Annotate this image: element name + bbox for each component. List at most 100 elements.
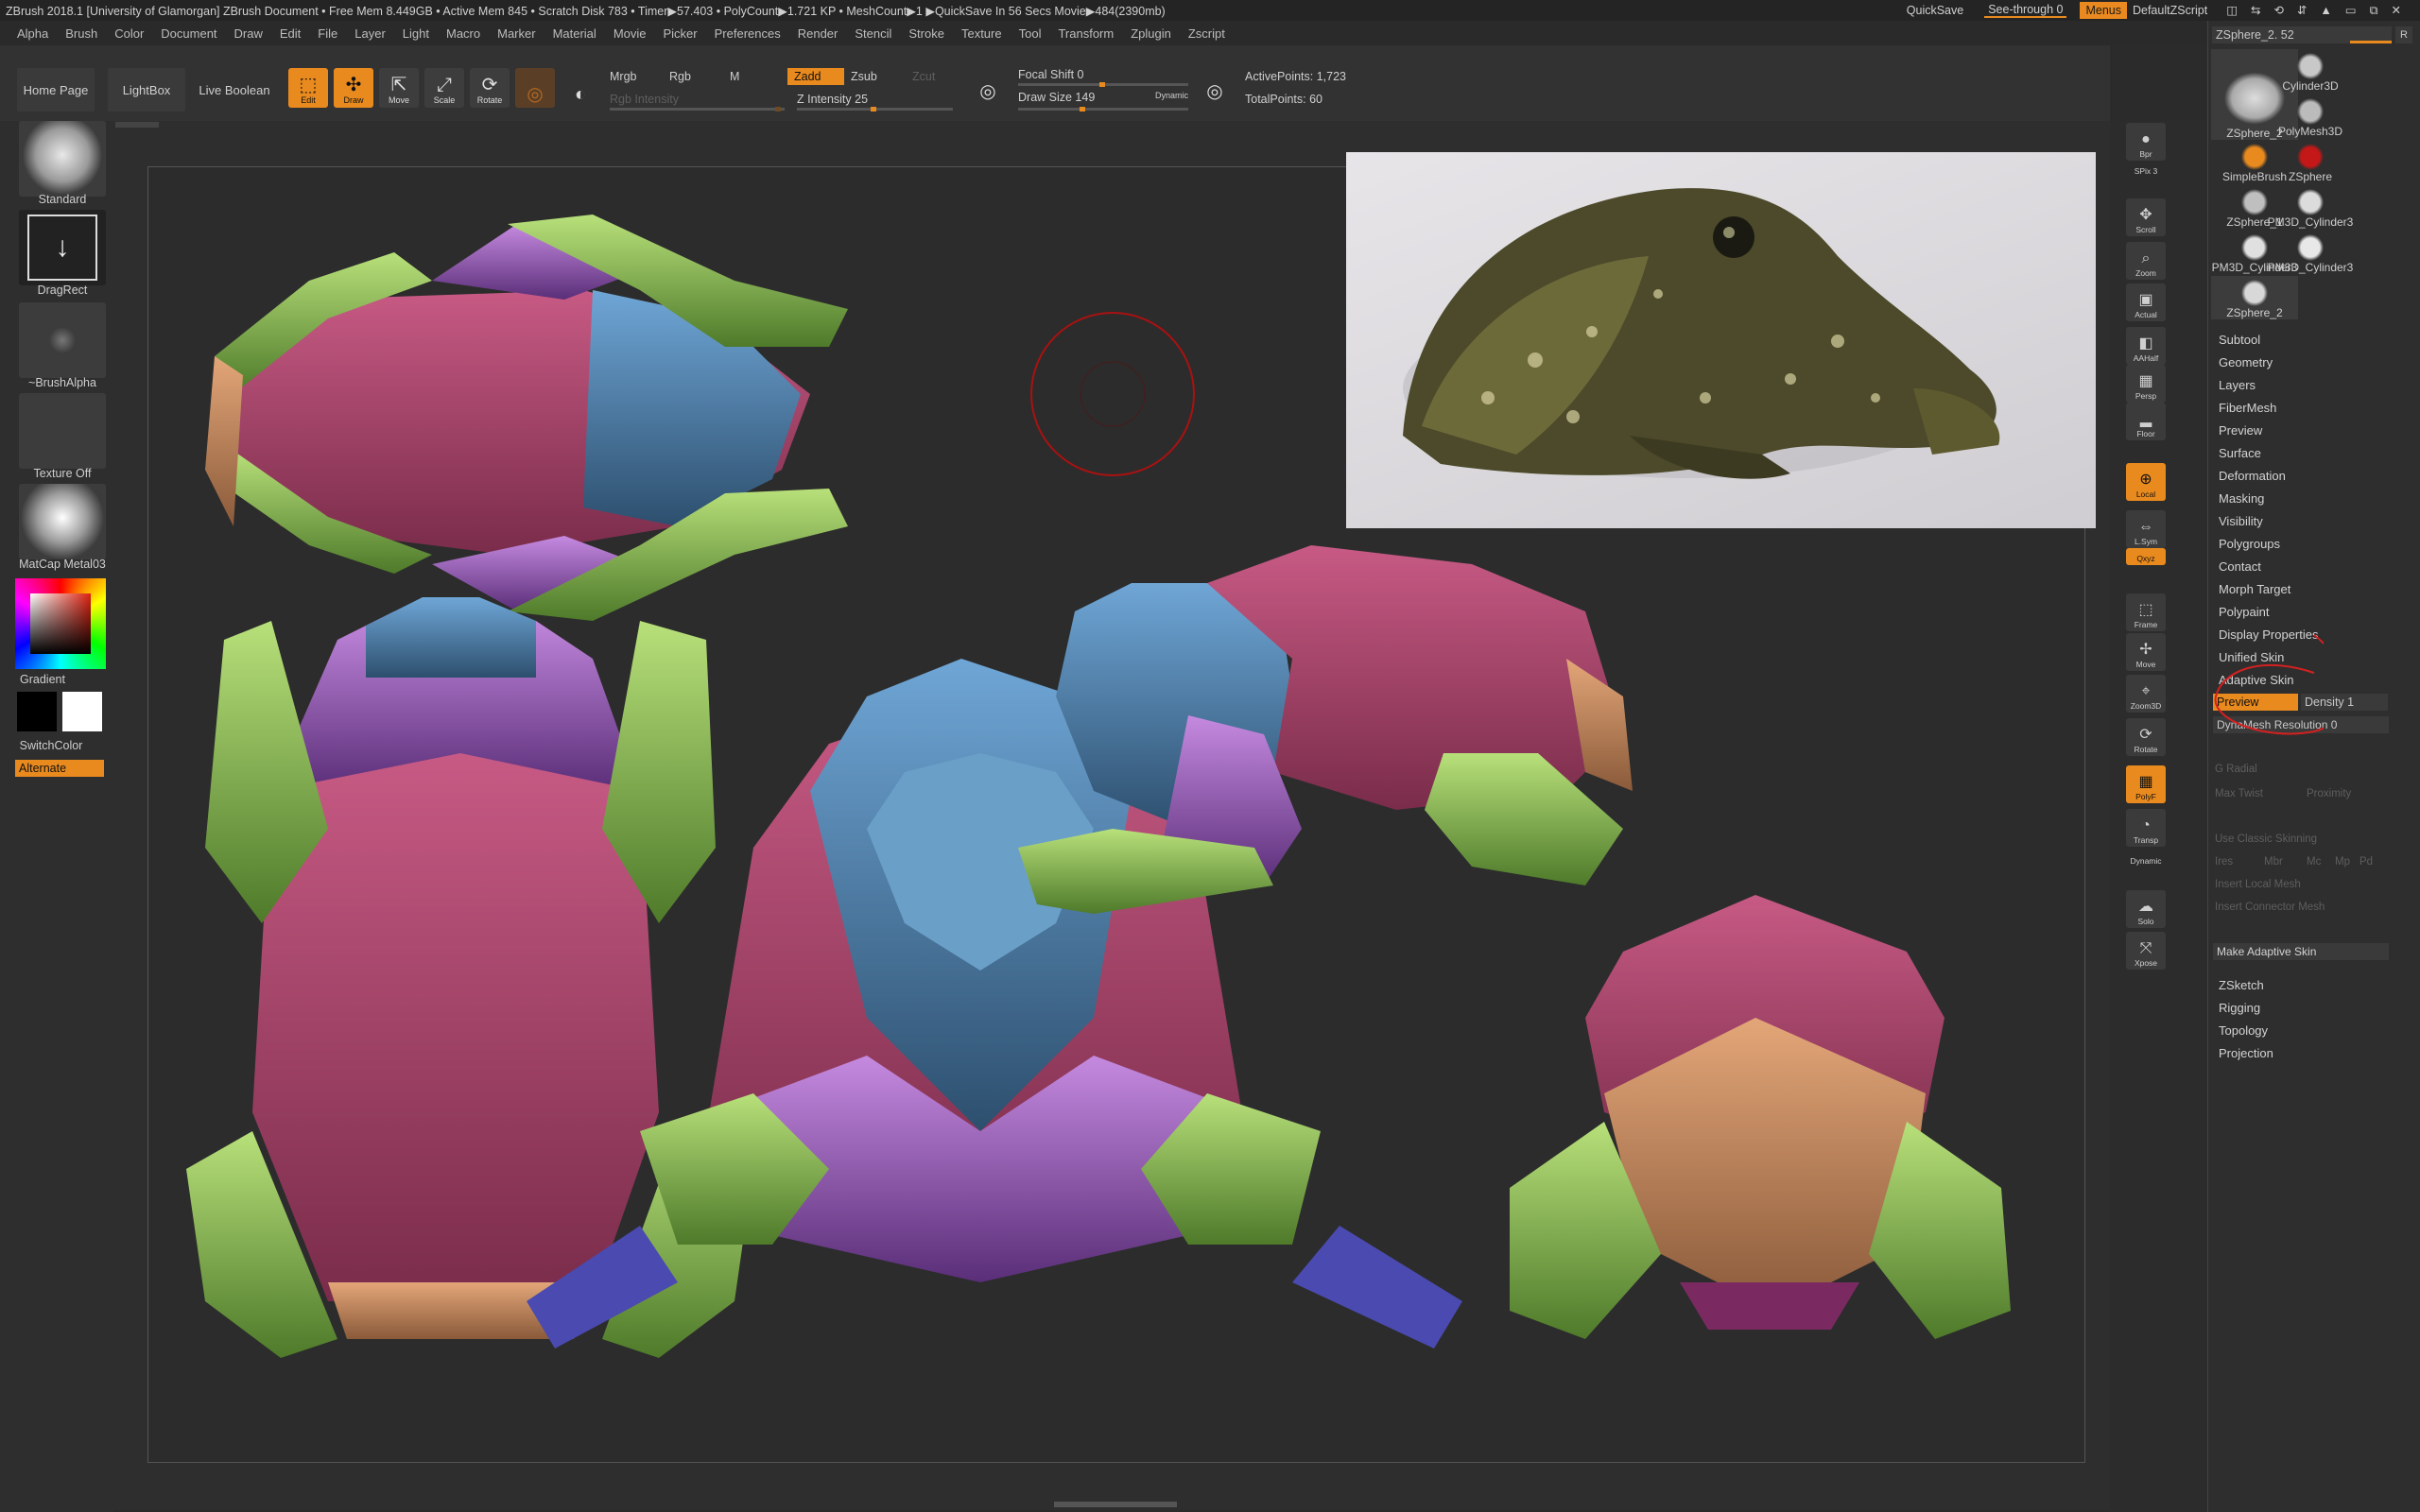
tool-menu-zsketch[interactable]: ZSketch xyxy=(2219,978,2264,992)
menu-layer[interactable]: Layer xyxy=(354,26,386,41)
menu-zscript[interactable]: Zscript xyxy=(1188,26,1225,41)
menu-draw[interactable]: Draw xyxy=(234,26,263,41)
proximity-slider[interactable]: Proximity xyxy=(2307,788,2351,799)
color-sphere-button[interactable]: ◐ xyxy=(561,68,600,108)
ires-slider[interactable]: Ires xyxy=(2215,856,2233,868)
mbr-slider[interactable]: Mbr xyxy=(2264,856,2283,868)
menu-render[interactable]: Render xyxy=(798,26,838,41)
shelf-transp[interactable]: ◔ Transp xyxy=(2126,809,2166,847)
tool-menu-layers[interactable]: Layers xyxy=(2219,378,2256,392)
tool-menu-projection[interactable]: Projection xyxy=(2219,1046,2273,1060)
menu-zplugin[interactable]: Zplugin xyxy=(1131,26,1171,41)
tool-menu-masking[interactable]: Masking xyxy=(2219,491,2264,506)
tool-menu-preview[interactable]: Preview xyxy=(2219,423,2262,438)
secondary-color-swatch[interactable] xyxy=(62,692,102,731)
tool-thumb-pm3d-cylinder3[interactable]: PM3D_Cylinder3 xyxy=(2267,185,2354,229)
menu-tool[interactable]: Tool xyxy=(1019,26,1042,41)
alternate-button[interactable]: Alternate xyxy=(15,760,104,777)
shelf-rotate[interactable]: ⟳ Rotate xyxy=(2126,718,2166,756)
rgb-button[interactable]: Rgb xyxy=(669,70,691,83)
g-radial-slider[interactable]: G Radial xyxy=(2215,764,2257,775)
stroke-thumbnail[interactable]: ↓ xyxy=(19,210,106,285)
alpha-thumbnail[interactable] xyxy=(19,302,106,378)
lightbox-button[interactable]: LightBox xyxy=(108,68,185,112)
menu-document[interactable]: Document xyxy=(161,26,216,41)
shelf-move[interactable]: ✢ Move xyxy=(2126,633,2166,671)
insert-local-mesh-button[interactable]: Insert Local Mesh xyxy=(2215,879,2301,890)
menu-file[interactable]: File xyxy=(318,26,337,41)
mp-toggle[interactable]: Mp xyxy=(2335,856,2350,868)
toad-side-view[interactable] xyxy=(1018,545,1633,914)
shelf-qxyz[interactable]: Qxyz xyxy=(2126,548,2166,565)
viewport-scroll-bottom[interactable] xyxy=(1054,1502,1177,1507)
menu-brush[interactable]: Brush xyxy=(65,26,97,41)
use-classic-skinning-toggle[interactable]: Use Classic Skinning xyxy=(2215,833,2317,845)
material-swatch-button[interactable]: ◎ xyxy=(515,68,555,108)
shelf-polyf[interactable]: ▦ PolyF xyxy=(2126,765,2166,803)
default-zscript-button[interactable]: DefaultZScript xyxy=(2133,4,2207,17)
menu-material[interactable]: Material xyxy=(553,26,596,41)
m-button[interactable]: M xyxy=(730,70,739,83)
draw-size-track[interactable] xyxy=(1018,107,1188,112)
toad-front-view[interactable] xyxy=(186,597,753,1358)
draw-size-icon-button[interactable]: ◎ xyxy=(1201,74,1229,102)
tool-menu-visibility[interactable]: Visibility xyxy=(2219,514,2263,528)
z-intensity-track[interactable] xyxy=(797,107,953,112)
home-page-button[interactable]: Home Page xyxy=(17,68,95,112)
shelf-zoom[interactable]: ⌕ Zoom xyxy=(2126,242,2166,280)
z-intensity-slider[interactable]: Z Intensity 25 xyxy=(797,93,868,106)
tool-menu-fibermesh[interactable]: FiberMesh xyxy=(2219,401,2276,415)
menu-macro[interactable]: Macro xyxy=(446,26,480,41)
shelf-dynamic[interactable]: Dynamic xyxy=(2126,850,2166,868)
menu-preferences[interactable]: Preferences xyxy=(715,26,781,41)
quicksave-button[interactable]: QuickSave xyxy=(1907,4,1963,17)
tool-menu-topology[interactable]: Topology xyxy=(2219,1023,2268,1038)
shelf-floor[interactable]: ▂ Floor xyxy=(2126,403,2166,440)
max-twist-slider[interactable]: Max Twist xyxy=(2215,788,2263,799)
menu-color[interactable]: Color xyxy=(114,26,144,41)
shelf-scroll[interactable]: ✥ Scroll xyxy=(2126,198,2166,236)
shelf-l-sym[interactable]: ⇔ L.Sym xyxy=(2126,510,2166,548)
texture-thumbnail[interactable] xyxy=(19,393,106,469)
tool-thumb-zsphere-2[interactable]: ZSphere_2 xyxy=(2211,276,2298,319)
window-controls[interactable]: ◫⇆⟲⇵▲▭⧉✕ xyxy=(2226,3,2414,18)
pd-toggle[interactable]: Pd xyxy=(2360,856,2373,868)
rgb-intensity-slider[interactable]: Rgb Intensity xyxy=(610,93,679,106)
menu-edit[interactable]: Edit xyxy=(280,26,301,41)
menu-movie[interactable]: Movie xyxy=(614,26,647,41)
tool-menu-geometry[interactable]: Geometry xyxy=(2219,355,2273,369)
shelf-xpose[interactable]: ⤧ Xpose xyxy=(2126,932,2166,970)
insert-connector-mesh-button[interactable]: Insert Connector Mesh xyxy=(2215,902,2325,913)
draw-button[interactable]: ✣ Draw xyxy=(334,68,373,108)
material-thumbnail[interactable] xyxy=(19,484,106,559)
mrgb-button[interactable]: Mrgb xyxy=(610,70,636,83)
tool-menu-contact[interactable]: Contact xyxy=(2219,559,2261,574)
see-through-slider[interactable]: See-through 0 xyxy=(1984,3,2067,18)
brush-thumbnail[interactable] xyxy=(19,121,106,197)
focal-shift-track[interactable] xyxy=(1018,82,1188,87)
switchcolor-button[interactable]: SwitchColor xyxy=(0,739,102,752)
tool-menu-deformation[interactable]: Deformation xyxy=(2219,469,2286,483)
edit-button[interactable]: ⬚ Edit xyxy=(288,68,328,108)
shelf-frame[interactable]: ⬚ Frame xyxy=(2126,593,2166,631)
zsub-button[interactable]: Zsub xyxy=(851,70,877,83)
tool-reset-button[interactable]: R xyxy=(2395,26,2412,43)
shelf-zoom3d[interactable]: ⌖ Zoom3D xyxy=(2126,675,2166,713)
shelf-local[interactable]: ⊕ Local xyxy=(2126,463,2166,501)
menu-stencil[interactable]: Stencil xyxy=(855,26,891,41)
menu-light[interactable]: Light xyxy=(403,26,429,41)
scale-button[interactable]: ⤢ Scale xyxy=(424,68,464,108)
tool-thumb-polymesh3d[interactable]: PolyMesh3D xyxy=(2267,94,2354,138)
zcut-button[interactable]: Zcut xyxy=(912,70,935,83)
shelf-spix-3[interactable]: SPix 3 xyxy=(2126,161,2166,178)
zadd-button[interactable]: Zadd xyxy=(787,68,844,85)
menus-button[interactable]: Menus xyxy=(2080,2,2127,19)
shelf-aahalf[interactable]: ◧ AAHalf xyxy=(2126,327,2166,365)
live-boolean-button[interactable]: Live Boolean xyxy=(195,68,274,112)
color-picker[interactable] xyxy=(15,578,106,669)
viewport-scroll-top[interactable] xyxy=(115,122,159,128)
menu-alpha[interactable]: Alpha xyxy=(17,26,48,41)
tool-menu-polygroups[interactable]: Polygroups xyxy=(2219,537,2280,551)
tool-thumb-zsphere[interactable]: ZSphere xyxy=(2267,140,2354,183)
tool-menu-subtool[interactable]: Subtool xyxy=(2219,333,2260,347)
